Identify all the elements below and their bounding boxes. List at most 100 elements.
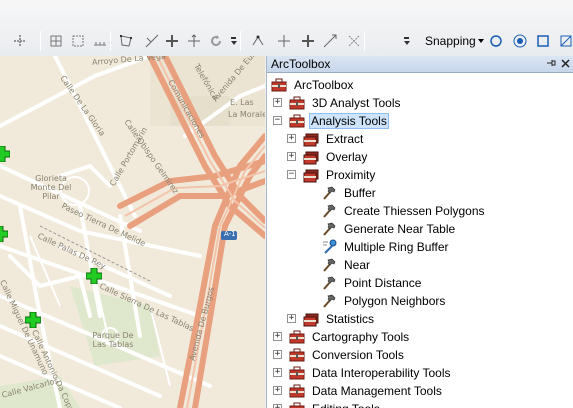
- tree-item-label: 3D Analyst Tools: [312, 96, 401, 110]
- toolbox-icon: [289, 95, 305, 111]
- toolbar-overflow-button[interactable]: [230, 32, 237, 50]
- reshape-icon[interactable]: [164, 33, 180, 49]
- close-icon[interactable]: [561, 58, 570, 72]
- toolbar-separator: [110, 31, 111, 51]
- tree-item[interactable]: Data Management Tools: [289, 382, 445, 400]
- tree-item[interactable]: 3D Analyst Tools: [289, 94, 404, 112]
- toolbox-icon: [289, 365, 305, 381]
- tree-item[interactable]: Conversion Tools: [289, 346, 407, 364]
- hammer-icon: [321, 203, 337, 219]
- tree-item[interactable]: Generate Near Table: [321, 220, 458, 238]
- toolbar-separator: [364, 31, 365, 51]
- expand-button[interactable]: +: [273, 332, 282, 341]
- toolset-icon: [303, 311, 319, 327]
- tree-item[interactable]: Statistics: [303, 310, 377, 328]
- map-label: A-1: [224, 230, 236, 238]
- pin-icon[interactable]: [546, 58, 556, 72]
- map-label: Parque De Las Tablas: [92, 331, 134, 349]
- collapse-button[interactable]: −: [287, 170, 296, 179]
- toolbar-overflow-button[interactable]: [403, 32, 410, 50]
- map-label: Glorieta Monte Del Pilar: [30, 174, 72, 201]
- tree-item[interactable]: Editing Tools: [289, 400, 383, 408]
- snap-edge-icon[interactable]: [322, 33, 338, 49]
- tree-item[interactable]: Near: [321, 256, 373, 274]
- toolbar-separator: [240, 31, 241, 51]
- tree-item[interactable]: Proximity: [303, 166, 378, 184]
- point-marker[interactable]: [0, 145, 11, 163]
- tree-item-label: Overlay: [326, 150, 368, 164]
- panel-title-bar: ArcToolbox: [267, 56, 573, 73]
- snap-end-icon[interactable]: [186, 33, 202, 49]
- expand-button[interactable]: +: [273, 404, 282, 408]
- chevron-down-icon: [477, 39, 484, 43]
- hammer-icon: [321, 221, 337, 237]
- tree-item-label: Statistics: [326, 312, 375, 326]
- point-marker[interactable]: [0, 225, 9, 243]
- point-marker[interactable]: [24, 311, 42, 329]
- pan-icon[interactable]: [12, 33, 28, 49]
- tree-item[interactable]: Create Thiessen Polygons: [321, 202, 488, 220]
- expand-button[interactable]: +: [273, 350, 282, 359]
- split-icon[interactable]: [144, 33, 160, 49]
- tree-item[interactable]: Polygon Neighbors: [321, 292, 448, 310]
- snapping-menu[interactable]: Snapping: [425, 33, 484, 49]
- tree-item-label: Analysis Tools: [309, 113, 389, 129]
- map-view[interactable]: Arroyo De La Vega Calle De La Gloria Cal…: [0, 56, 265, 408]
- grid-icon[interactable]: [48, 33, 64, 49]
- tree-item[interactable]: Data Interoperability Tools: [289, 364, 454, 382]
- snap-point-icon[interactable]: [250, 33, 266, 49]
- end-snapping-icon[interactable]: [512, 33, 528, 49]
- toolbar-separator: [40, 31, 41, 51]
- toolbox-icon: [289, 113, 305, 129]
- tree-item-label: Data Interoperability Tools: [312, 366, 451, 380]
- tree-item-label: Generate Near Table: [344, 222, 456, 236]
- tree-item[interactable]: ArcToolbox: [271, 76, 356, 94]
- tree-item[interactable]: Analysis Tools: [289, 112, 389, 130]
- snap-vertex-icon[interactable]: [276, 33, 292, 49]
- toolset-icon: [303, 149, 319, 165]
- tree-item-label: Editing Tools: [309, 401, 383, 408]
- toolset-icon: [303, 167, 319, 183]
- rotate-icon[interactable]: [208, 33, 224, 49]
- panel-title: ArcToolbox: [271, 57, 331, 71]
- expand-button[interactable]: +: [273, 368, 282, 377]
- tree-item-label: Proximity: [326, 168, 376, 182]
- tree-item[interactable]: Overlay: [303, 148, 370, 166]
- tree-item-label: Data Management Tools: [312, 384, 442, 398]
- toolbox-tree: ArcToolbox +3D Analyst Tools − Analysis Too…: [267, 74, 573, 408]
- map-label: La Moraleja: [228, 110, 265, 119]
- point-snapping-icon[interactable]: [488, 33, 504, 49]
- vertex-snapping-icon[interactable]: [535, 33, 551, 49]
- expand-button[interactable]: +: [287, 134, 296, 143]
- expand-button[interactable]: +: [287, 152, 296, 161]
- editor-toolbar: Snapping: [0, 0, 573, 56]
- tree-item-label: Extract: [326, 132, 364, 146]
- expand-button[interactable]: +: [273, 98, 282, 107]
- tree-item-label: Conversion Tools: [312, 348, 404, 362]
- reshape-icon[interactable]: [300, 33, 316, 49]
- measure-icon[interactable]: [92, 33, 108, 49]
- tree-item-label: ArcToolbox: [294, 78, 354, 92]
- toolbox-icon: [289, 401, 305, 408]
- expand-button[interactable]: +: [287, 314, 296, 323]
- topology-icon[interactable]: [346, 33, 362, 49]
- edit-vertices-icon[interactable]: [70, 33, 86, 49]
- edge-snapping-icon[interactable]: [558, 33, 573, 49]
- toolbox-icon: [271, 77, 287, 93]
- collapse-button[interactable]: −: [273, 116, 282, 125]
- point-marker[interactable]: [85, 267, 103, 285]
- toolset-icon: [303, 131, 319, 147]
- hammer-icon: [321, 275, 337, 291]
- tree-item[interactable]: Extract: [303, 130, 366, 148]
- vertex-icon[interactable]: [118, 33, 134, 49]
- hammer-icon: [321, 257, 337, 273]
- expand-button[interactable]: +: [273, 386, 282, 395]
- tree-item[interactable]: Multiple Ring Buffer: [321, 238, 452, 256]
- script-icon: [321, 239, 337, 255]
- hammer-icon: [321, 293, 337, 309]
- tree-item[interactable]: Cartography Tools: [289, 328, 412, 346]
- tree-item[interactable]: Point Distance: [321, 274, 424, 292]
- tree-item[interactable]: Buffer: [321, 184, 379, 202]
- tree-item-label: Create Thiessen Polygons: [344, 204, 485, 218]
- tree-item-label: Buffer: [344, 186, 376, 200]
